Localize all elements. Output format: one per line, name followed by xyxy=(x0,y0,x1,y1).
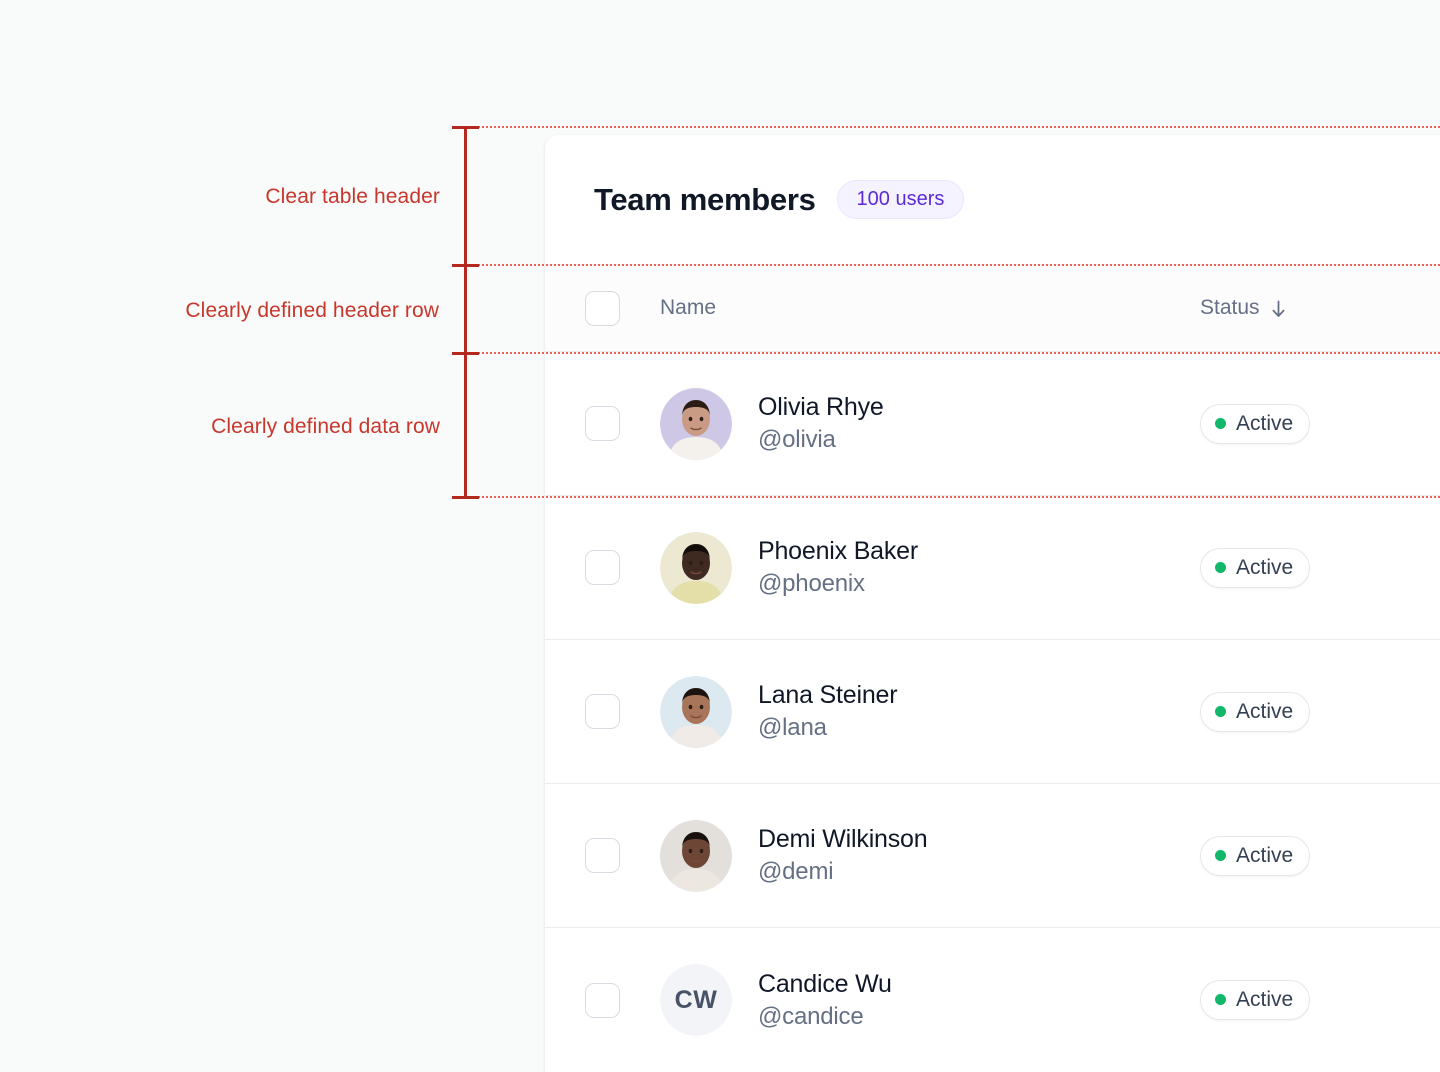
cell-name: Lana Steiner @lana xyxy=(660,675,1200,748)
select-all-checkbox[interactable] xyxy=(585,290,620,326)
name-block: Phoenix Baker @phoenix xyxy=(758,537,918,598)
cell-status: Active xyxy=(1200,980,1440,1020)
user-full-name: Phoenix Baker xyxy=(758,537,918,565)
bracket-table-header xyxy=(464,126,467,266)
status-dot-icon xyxy=(1215,705,1226,717)
row-select-cell xyxy=(545,838,660,873)
user-handle: @lana xyxy=(758,714,827,741)
team-members-card: Team members 100 users Name Status Role xyxy=(545,135,1440,1072)
cell-status: Active xyxy=(1200,403,1440,444)
annotation-label-data-row: Clearly defined data row xyxy=(211,415,440,438)
column-header-name-label: Name xyxy=(660,296,717,319)
row-checkbox[interactable] xyxy=(585,838,620,873)
status-badge: Active xyxy=(1200,547,1311,588)
bracket-header-row xyxy=(464,264,467,354)
status-badge: Active xyxy=(1200,835,1311,876)
guide-line-top xyxy=(478,126,1440,128)
row-checkbox[interactable] xyxy=(585,550,620,585)
user-handle: @olivia xyxy=(758,426,836,453)
row-checkbox[interactable] xyxy=(585,982,620,1018)
cell-name: Demi Wilkinson @demi xyxy=(660,819,1200,892)
row-select-cell xyxy=(545,982,660,1018)
bracket-tick-2 xyxy=(452,264,479,267)
status-label: Active xyxy=(1236,843,1294,867)
avatar xyxy=(660,531,732,604)
annotation-label-header-row: Clearly defined header row xyxy=(185,299,439,322)
column-header-status-label: Status xyxy=(1200,296,1260,319)
status-label: Active xyxy=(1236,555,1294,579)
status-dot-icon xyxy=(1215,994,1226,1005)
row-select-cell xyxy=(545,694,660,729)
column-header-status[interactable]: Status xyxy=(1200,296,1440,320)
status-dot-icon xyxy=(1215,561,1226,573)
status-dot-icon xyxy=(1215,849,1226,861)
table-row[interactable]: Demi Wilkinson @demi Active Backend Deve… xyxy=(545,784,1440,928)
bracket-tick-1 xyxy=(452,126,479,129)
status-label: Active xyxy=(1236,988,1294,1011)
user-handle: @demi xyxy=(758,858,834,885)
status-dot-icon xyxy=(1215,417,1226,429)
status-label: Active xyxy=(1236,411,1294,435)
name-block: Candice Wu @candice xyxy=(758,970,892,1031)
annotation-label-table-header: Clear table header xyxy=(265,185,440,208)
table-row[interactable]: Olivia Rhye @olivia Active Product Desig… xyxy=(545,352,1440,496)
status-badge: Active xyxy=(1200,403,1311,444)
cell-status: Active xyxy=(1200,547,1440,588)
user-handle: @candice xyxy=(758,1002,864,1030)
avatar xyxy=(660,387,732,460)
user-full-name: Demi Wilkinson xyxy=(758,825,928,853)
cell-status: Active xyxy=(1200,835,1440,876)
table-row[interactable]: CW Candice Wu @candice Active Fullstack … xyxy=(545,928,1440,1072)
name-block: Lana Steiner @lana xyxy=(758,681,898,742)
select-all-cell xyxy=(545,290,660,326)
status-badge: Active xyxy=(1200,980,1311,1020)
cell-name: Phoenix Baker @phoenix xyxy=(660,531,1200,604)
row-checkbox[interactable] xyxy=(585,694,620,729)
card-header: Team members 100 users xyxy=(545,135,1440,264)
user-full-name: Olivia Rhye xyxy=(758,393,884,421)
bracket-tick-4 xyxy=(452,496,479,499)
table-row[interactable]: Phoenix Baker @phoenix Active Product Ma… xyxy=(545,496,1440,640)
table-header-row: Name Status Role xyxy=(545,264,1440,352)
status-badge: Active xyxy=(1200,691,1311,732)
cell-name: CW Candice Wu @candice xyxy=(660,964,1200,1036)
bracket-tick-3 xyxy=(452,352,479,355)
user-count-badge: 100 users xyxy=(836,180,965,219)
bracket-data-row xyxy=(464,352,467,498)
avatar xyxy=(660,819,732,892)
avatar-initials: CW xyxy=(660,964,732,1036)
arrow-down-icon[interactable] xyxy=(1270,299,1287,319)
name-block: Demi Wilkinson @demi xyxy=(758,825,928,886)
table-row[interactable]: Lana Steiner @lana Active Frontend Devel… xyxy=(545,640,1440,784)
row-select-cell xyxy=(545,406,660,441)
cell-name: Olivia Rhye @olivia xyxy=(660,387,1200,460)
column-header-name[interactable]: Name xyxy=(660,296,1200,320)
table-body: Olivia Rhye @olivia Active Product Desig… xyxy=(545,352,1440,1072)
user-handle: @phoenix xyxy=(758,570,865,597)
user-full-name: Lana Steiner xyxy=(758,681,898,709)
row-select-cell xyxy=(545,550,660,585)
cell-status: Active xyxy=(1200,691,1440,732)
status-label: Active xyxy=(1236,699,1294,723)
name-block: Olivia Rhye @olivia xyxy=(758,393,884,454)
page-title: Team members xyxy=(594,181,816,217)
row-checkbox[interactable] xyxy=(585,406,620,441)
user-full-name: Candice Wu xyxy=(758,969,892,998)
team-members-table: Name Status Role xyxy=(545,264,1440,1072)
avatar: CW xyxy=(660,964,732,1036)
avatar xyxy=(660,675,732,748)
